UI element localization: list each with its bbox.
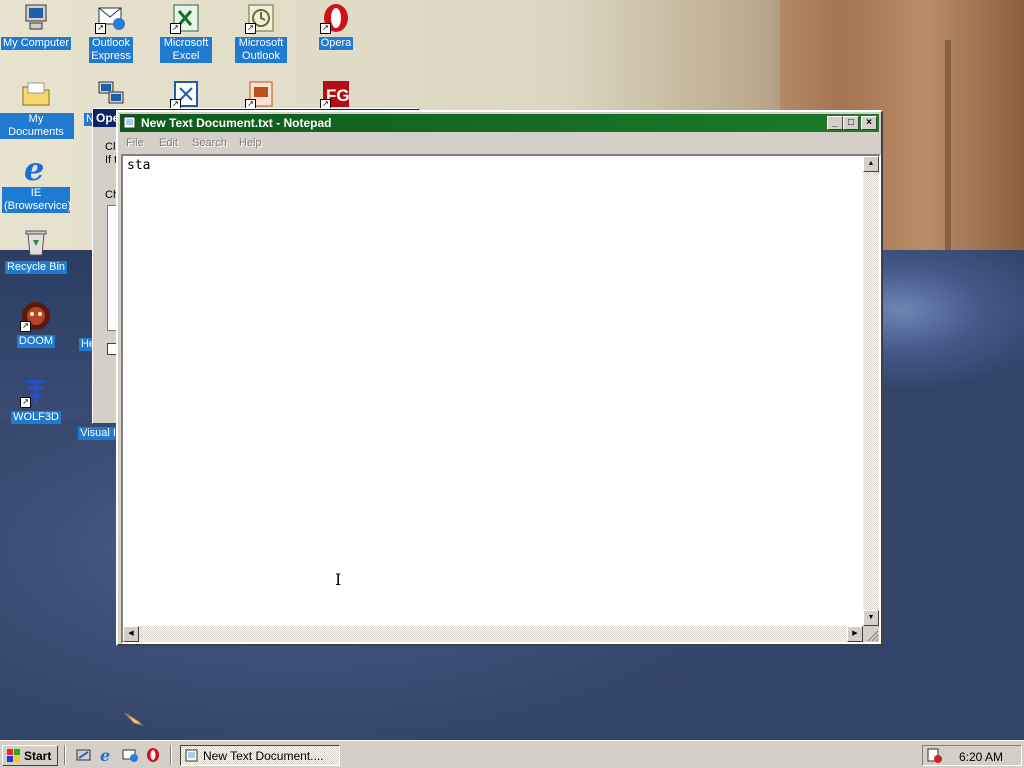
menu-file[interactable]: File — [126, 137, 144, 149]
computer-icon — [20, 2, 52, 34]
menu-edit[interactable]: Edit — [159, 137, 178, 149]
desktop-icon-doom[interactable]: ↗ DOOM — [0, 300, 74, 348]
scroll-up-button[interactable]: ▲ — [863, 156, 879, 172]
fg-icon: FG ↗ — [320, 78, 352, 110]
window-title: New Text Document.txt - Notepad — [141, 116, 332, 130]
scroll-down-button[interactable]: ▼ — [863, 610, 879, 626]
desktop-icon-label: WOLF3D — [11, 411, 61, 424]
notepad-titlebar[interactable]: New Text Document.txt - Notepad _ □ × — [120, 114, 879, 132]
minimize-button[interactable]: _ — [827, 116, 843, 130]
network-icon — [95, 78, 127, 110]
powerpoint-icon: ↗ — [245, 78, 277, 110]
menu-search[interactable]: Search — [192, 137, 227, 149]
desktop-icon-label: IE (Browservice) — [2, 187, 72, 213]
scroll-right-button[interactable]: ▶ — [847, 626, 863, 642]
text-editor-area[interactable]: sta ▲ ▼ ◀ ▶ — [121, 154, 881, 644]
internet-explorer-icon: e — [20, 150, 52, 188]
tray-app-icon[interactable] — [927, 748, 943, 767]
desktop-icon-microsoft-excel[interactable]: ↗ Microsoft Excel — [148, 2, 224, 63]
app-icon: ↗ — [170, 78, 202, 110]
outlook-express-icon: ↗ — [95, 2, 127, 34]
desktop-icon-recycle-bin[interactable]: Recycle Bin — [0, 226, 74, 274]
outlook-icon: ↗ — [245, 2, 277, 34]
internet-explorer-quicklaunch-icon[interactable]: e — [99, 746, 115, 765]
mouse-pointer-icon — [124, 711, 146, 730]
start-button[interactable]: Start — [2, 745, 58, 766]
desktop-icon-wolf3d[interactable]: ↗ WOLF3D — [0, 376, 74, 424]
notepad-window[interactable]: New Text Document.txt - Notepad _ □ × Fi… — [116, 110, 883, 646]
desktop-icon-outlook-express[interactable]: ↗ Outlook Express — [73, 2, 149, 63]
system-tray: 6:20 AM — [922, 745, 1022, 766]
desktop-icon-opera[interactable]: ↗ Opera — [298, 2, 374, 50]
desktop-icon-label: DOOM — [16, 335, 56, 348]
doom-icon: ↗ — [20, 300, 52, 332]
desktop-icon-microsoft-outlook[interactable]: ↗ Microsoft Outlook — [223, 2, 299, 63]
taskbar: Start e New Text Document.... 6:20 AM — [0, 740, 1024, 768]
desktop-icon-label: Opera — [318, 37, 354, 50]
desktop-icon-label: Outlook Express — [89, 37, 133, 63]
resize-grip[interactable] — [863, 626, 879, 642]
desktop-icon-label: Microsoft Outlook — [235, 37, 287, 63]
opera-quicklaunch-icon[interactable] — [145, 747, 161, 763]
desktop-icon-fg[interactable]: FG ↗ — [298, 78, 374, 110]
recycle-bin-icon — [20, 226, 52, 258]
opera-icon: ↗ — [320, 2, 352, 34]
desktop-icon-label: My Computer — [0, 37, 72, 50]
notepad-icon — [185, 749, 199, 765]
desktop-icon-my-documents[interactable]: My Documents — [0, 78, 74, 139]
taskbar-button-notepad[interactable]: New Text Document.... — [180, 745, 340, 766]
close-button[interactable]: × — [861, 116, 877, 130]
desktop-icon-label: Visual I — [78, 427, 118, 440]
minimize-icon: _ — [832, 117, 838, 128]
menu-help[interactable]: Help — [239, 137, 262, 149]
horizontal-scrollbar[interactable]: ◀ ▶ — [123, 626, 863, 642]
wolf3d-icon: ↗ — [20, 376, 52, 408]
desktop-icon-label: My Documents — [0, 113, 74, 139]
desktop-icon-ie[interactable]: e IE (Browservice) — [0, 150, 74, 213]
desktop-icon-label: Microsoft Excel — [160, 37, 212, 63]
maximize-button[interactable]: □ — [843, 116, 859, 130]
desktop-icon-label: Recycle Bin — [4, 261, 68, 274]
text-cursor-icon: I — [335, 570, 342, 589]
document-text[interactable]: sta — [127, 158, 150, 173]
clock[interactable]: 6:20 AM — [959, 750, 1003, 764]
folder-icon — [20, 78, 52, 110]
svg-text:e: e — [100, 747, 110, 763]
excel-icon: ↗ — [170, 2, 202, 34]
desktop-icon-app-blue[interactable]: ↗ — [148, 78, 224, 110]
start-label: Start — [24, 749, 52, 763]
windows-logo-icon — [7, 749, 21, 762]
desktop-icon-my-computer[interactable]: My Computer — [0, 2, 74, 50]
maximize-icon: □ — [847, 117, 855, 128]
menu-bar: File Edit Search Help — [120, 134, 879, 152]
vertical-scrollbar[interactable]: ▲ ▼ — [863, 156, 879, 626]
taskbar-button-label: New Text Document.... — [203, 749, 324, 763]
notepad-icon — [123, 116, 137, 129]
desktop-icon-powerpoint[interactable]: ↗ — [223, 78, 299, 110]
scroll-left-button[interactable]: ◀ — [123, 626, 139, 642]
show-desktop-icon[interactable] — [76, 747, 92, 763]
close-icon: × — [866, 117, 872, 128]
outlook-express-quicklaunch-icon[interactable] — [122, 747, 138, 763]
svg-text:e: e — [24, 152, 44, 184]
